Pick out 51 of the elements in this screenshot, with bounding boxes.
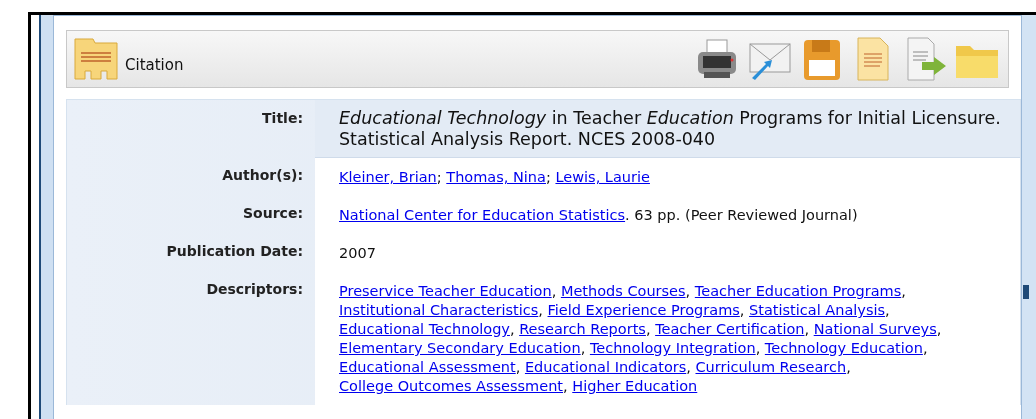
field-label: Source: (243, 205, 303, 221)
record-link[interactable]: Educational Indicators (524, 359, 687, 375)
record-link[interactable]: Elementary Secondary Education (339, 340, 581, 356)
separator-text: , (551, 283, 557, 299)
record-link[interactable]: College Outcomes Assessment (339, 378, 564, 394)
record-link[interactable]: Educational Technology (339, 321, 510, 337)
record-link[interactable]: Thomas, Nina (446, 169, 546, 185)
record-link[interactable]: Teacher Education Programs (694, 283, 902, 299)
scroll-marker (1023, 285, 1029, 299)
field-label: Title: (262, 110, 303, 126)
separator-text: , (885, 302, 890, 318)
separator-text: , (804, 321, 810, 337)
record-link[interactable]: Methods Courses (560, 283, 686, 299)
separator-text: . 63 pp. (Peer Reviewed Journal) (625, 207, 858, 223)
record-link[interactable]: Kleiner, Brian (339, 169, 437, 185)
separator-text: , (580, 340, 586, 356)
separator-text: , (538, 302, 543, 318)
separator-text: , (755, 340, 761, 356)
record-link[interactable]: Statistical Analysis (749, 302, 886, 318)
separator-text: ; (545, 169, 551, 185)
field-label: Publication Date: (166, 243, 303, 259)
separator-text: , (685, 283, 691, 299)
field-label: Descriptors: (206, 281, 303, 297)
record-link[interactable]: National Surveys (813, 321, 937, 337)
record-link[interactable]: Lewis, Laurie (555, 169, 650, 185)
field-text: 2007 (339, 245, 376, 261)
record-link[interactable]: Higher Education (572, 378, 698, 394)
record-link[interactable]: Curriculum Research (695, 359, 847, 375)
separator-text: , (563, 378, 568, 394)
record-link[interactable]: Institutional Characteristics (339, 302, 539, 318)
record-link[interactable]: Preservice Teacher Education (339, 283, 552, 299)
separator-text: , (686, 359, 691, 375)
separator-text: , (901, 283, 906, 299)
record-link[interactable]: Technology Integration (589, 340, 756, 356)
separator-text: ; (436, 169, 442, 185)
record-link[interactable]: Teacher Certification (655, 321, 805, 337)
title-text: Educational Technology in Teacher Education Programs for Initial Licensure. Statistical Analysis Report. NCES 2008-040 (339, 108, 1001, 149)
separator-text: , (846, 359, 851, 375)
separator-text: , (936, 321, 942, 337)
record-link[interactable]: Technology Education (764, 340, 923, 356)
field-label: Author(s): (222, 167, 303, 183)
separator-text: , (645, 321, 651, 337)
separator-text: , (922, 340, 928, 356)
record-link[interactable]: Field Experience Programs (547, 302, 740, 318)
document-folder-icon (73, 37, 119, 81)
record-link[interactable]: Research Reports (519, 321, 646, 337)
separator-text: , (515, 359, 521, 375)
separator-text: , (739, 302, 745, 318)
record-link[interactable]: Educational Assessment (339, 359, 516, 375)
separator-text: , (509, 321, 515, 337)
toolbar-title: Citation (125, 56, 185, 74)
